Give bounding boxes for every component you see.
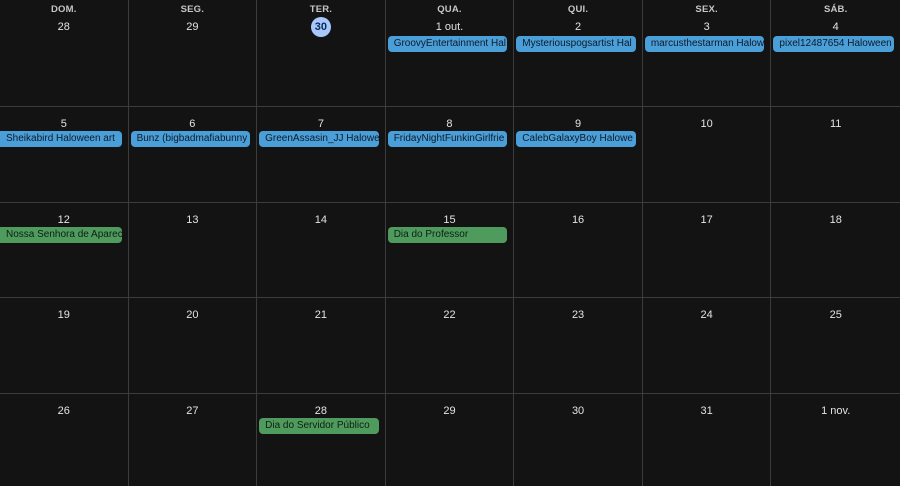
weekday-header: SÁB.: [823, 4, 848, 15]
event-chip[interactable]: marcusthestarman Halow: [644, 36, 765, 52]
weekday-header: SEX.: [695, 4, 718, 15]
day-cell[interactable]: 17: [642, 203, 772, 298]
day-cell[interactable]: 8 FridayNightFunkinGirlfrie: [385, 107, 515, 203]
day-number[interactable]: 10: [697, 114, 717, 134]
day-number[interactable]: 29: [182, 17, 202, 37]
day-number[interactable]: 27: [182, 401, 202, 421]
day-number[interactable]: 1 out.: [386, 17, 514, 37]
event-chip[interactable]: Sheikabird Haloween art: [0, 131, 122, 147]
day-number[interactable]: 21: [311, 305, 331, 325]
day-cell[interactable]: 14: [257, 203, 386, 298]
day-number[interactable]: 25: [826, 305, 846, 325]
day-number[interactable]: 20: [182, 305, 202, 325]
day-number[interactable]: 13: [182, 210, 202, 230]
event-chip[interactable]: Mysteriouspogsartist Hal: [516, 36, 636, 52]
day-cell[interactable]: 16: [514, 203, 643, 298]
event-chip[interactable]: CalebGalaxyBoy Halowe: [516, 131, 636, 147]
day-cell[interactable]: 11: [771, 107, 900, 203]
day-cell[interactable]: QUI. 2 Mysteriouspogsartist Hal: [514, 0, 643, 107]
day-cell[interactable]: SEG. 29: [128, 0, 258, 107]
day-cell[interactable]: 21: [257, 298, 386, 394]
day-number[interactable]: 2: [568, 17, 588, 37]
weekday-header: QUA.: [437, 4, 462, 15]
event-chip[interactable]: GreenAssasin_JJ Halowe: [259, 131, 379, 147]
day-cell[interactable]: 31: [643, 394, 772, 486]
day-number[interactable]: 26: [54, 401, 74, 421]
day-number[interactable]: 11: [826, 114, 846, 134]
day-cell[interactable]: 28 Dia do Servidor Público: [257, 394, 386, 486]
day-cell[interactable]: 15 Dia do Professor: [385, 203, 515, 298]
day-number[interactable]: 31: [697, 401, 717, 421]
day-cell[interactable]: 18: [771, 203, 900, 298]
day-number[interactable]: 16: [568, 210, 588, 230]
day-cell[interactable]: 22: [385, 298, 515, 394]
day-number[interactable]: 4: [826, 17, 846, 37]
day-number[interactable]: 28: [54, 17, 74, 37]
day-cell[interactable]: 26: [0, 394, 129, 486]
day-cell[interactable]: 7 GreenAssasin_JJ Halowe: [257, 107, 386, 203]
day-number[interactable]: 17: [697, 210, 717, 230]
event-chip[interactable]: pixel12487654 Haloween: [773, 36, 894, 52]
month-calendar-grid: DOM. 28 SEG. 29 TER. 30 QUA. 1 out. GroovyEntert…: [0, 0, 900, 486]
day-cell[interactable]: 5 Sheikabird Haloween art: [0, 107, 129, 203]
day-cell[interactable]: TER. 30: [257, 0, 386, 107]
event-chip[interactable]: Dia do Servidor Público: [259, 418, 379, 434]
day-number[interactable]: 23: [568, 305, 588, 325]
day-cell[interactable]: SEX. 3 marcusthestarman Halow: [642, 0, 772, 107]
event-chip[interactable]: FridayNightFunkinGirlfrie: [387, 131, 508, 147]
event-chip[interactable]: GroovyEntertainment Hal: [387, 36, 508, 52]
day-cell[interactable]: 9 CalebGalaxyBoy Halowe: [514, 107, 643, 203]
day-cell[interactable]: 19: [0, 298, 129, 394]
day-number[interactable]: 14: [311, 210, 331, 230]
day-cell[interactable]: 12 Nossa Senhora de Aparec: [0, 203, 129, 298]
day-cell[interactable]: 30: [514, 394, 643, 486]
day-cell[interactable]: 29: [386, 394, 515, 486]
weekday-header: DOM.: [50, 4, 77, 15]
day-number[interactable]: 19: [54, 305, 74, 325]
today-day-number[interactable]: 30: [310, 17, 331, 37]
weekday-header: TER.: [309, 4, 333, 15]
event-chip[interactable]: Nossa Senhora de Aparec: [0, 227, 122, 243]
day-cell[interactable]: 20: [128, 298, 258, 394]
day-cell[interactable]: 24: [642, 298, 772, 394]
event-chip[interactable]: Bunz (bigbadmafiabunny: [130, 131, 251, 147]
day-cell[interactable]: DOM. 28: [0, 0, 129, 107]
day-cell[interactable]: 23: [514, 298, 643, 394]
day-cell[interactable]: 10: [642, 107, 772, 203]
weekday-header: QUI.: [567, 4, 589, 15]
day-cell[interactable]: 1 nov.: [771, 394, 900, 486]
day-cell[interactable]: SÁB. 4 pixel12487654 Haloween: [771, 0, 900, 107]
weekday-header: SEG.: [180, 4, 205, 15]
day-cell[interactable]: 25: [771, 298, 900, 394]
day-number[interactable]: 22: [439, 305, 459, 325]
day-cell[interactable]: 27: [129, 394, 258, 486]
day-number[interactable]: 24: [697, 305, 717, 325]
day-number[interactable]: 18: [826, 210, 846, 230]
day-number[interactable]: 1 nov.: [771, 401, 900, 421]
day-cell[interactable]: QUA. 1 out. GroovyEntertainment Hal: [385, 0, 515, 107]
day-cell[interactable]: 13: [128, 203, 258, 298]
day-number[interactable]: 3: [697, 17, 717, 37]
day-number[interactable]: 30: [568, 401, 588, 421]
day-number[interactable]: 29: [439, 401, 459, 421]
day-cell[interactable]: 6 Bunz (bigbadmafiabunny: [128, 107, 258, 203]
event-chip[interactable]: Dia do Professor: [387, 227, 508, 243]
